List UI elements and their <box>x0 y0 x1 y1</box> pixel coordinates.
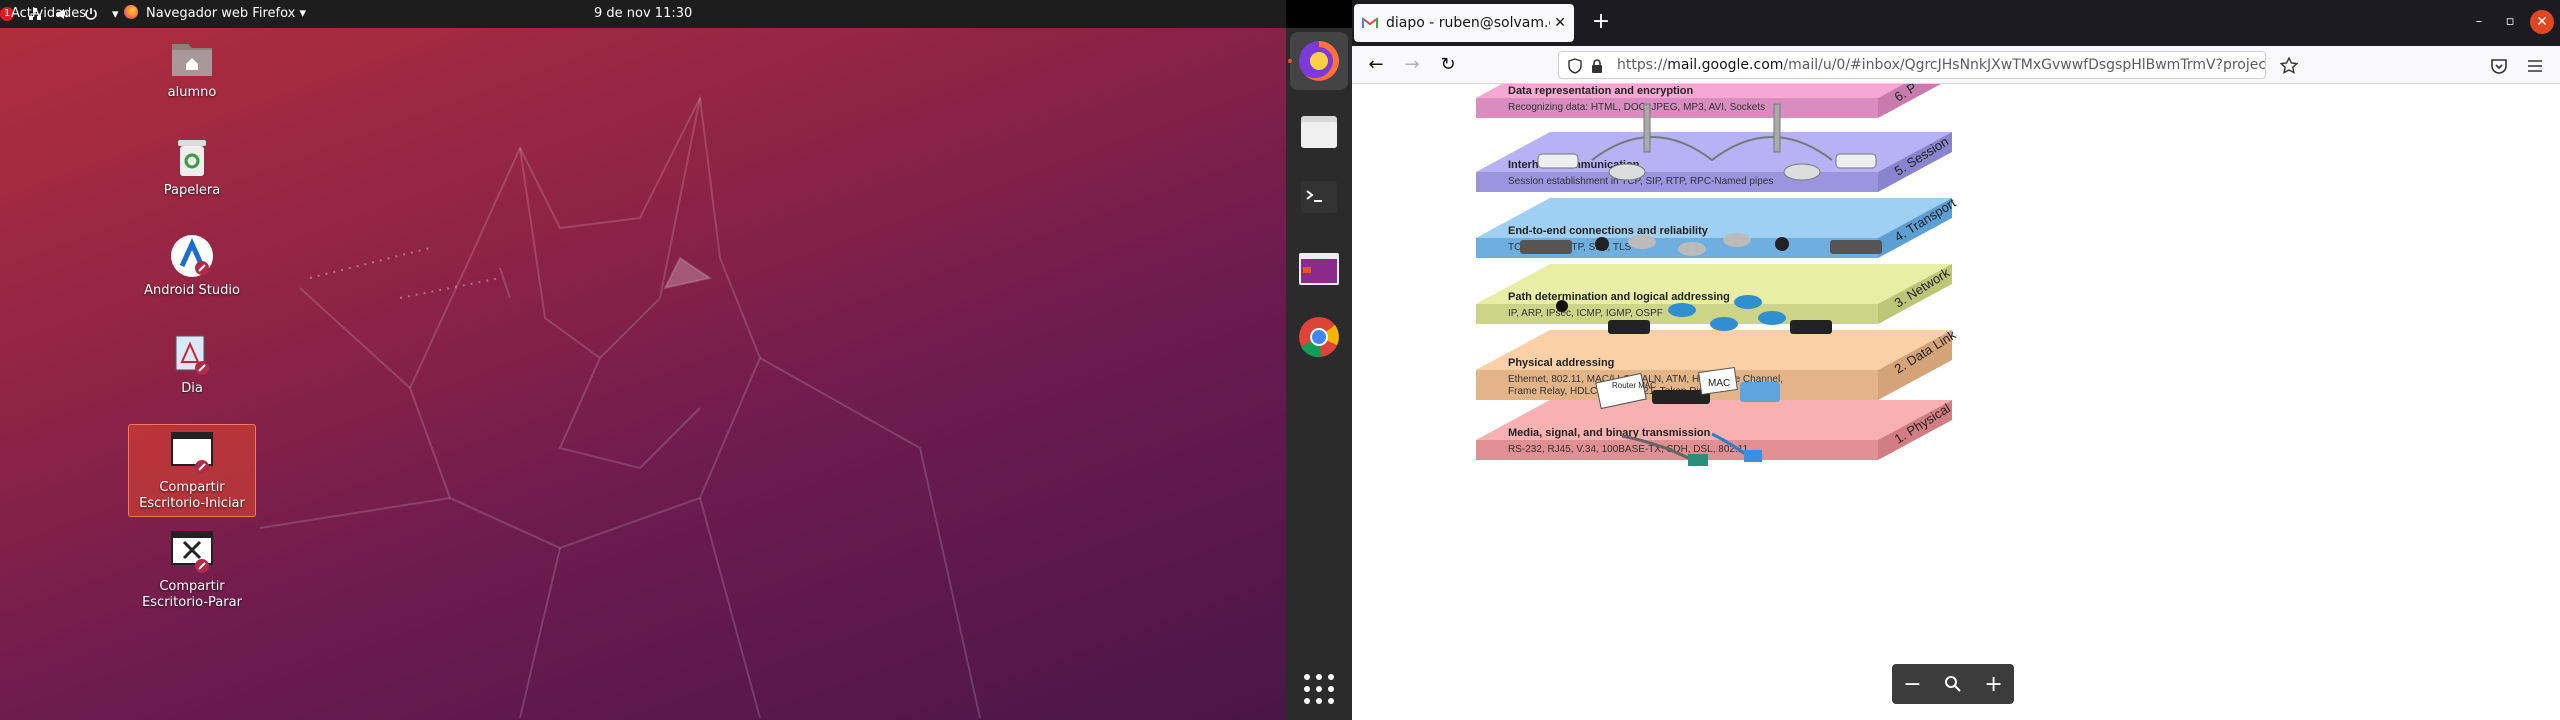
minimize-button[interactable]: – <box>2467 10 2491 34</box>
osi-layer-protocols: Recognizing data: HTML, DOC, JPEG, MP3, … <box>1508 102 1765 113</box>
osi-layer-heading: Path determination and logical addressin… <box>1508 291 1730 303</box>
back-button[interactable]: ← <box>1362 52 1390 78</box>
router-mac-tag: Router MAC <box>1612 381 1656 390</box>
url-domain: mail.google.com <box>1667 57 1784 73</box>
top-bar: Actividades Navegador web Firefox ▾ 9 de… <box>0 0 1286 28</box>
show-apps-icon <box>1304 674 1334 704</box>
pocket-icon[interactable] <box>2490 57 2508 75</box>
zoom-out-button[interactable]: − <box>1903 672 1921 697</box>
new-tab-button[interactable]: + <box>1586 8 1616 38</box>
osi-layer-protocols: IP, ARP, IPsec, ICMP, IGMP, OSPF <box>1508 308 1663 319</box>
terminal-icon <box>1301 181 1337 213</box>
close-tab-icon[interactable]: ✕ <box>1554 15 1566 31</box>
app-menu-label: Navegador web Firefox <box>146 6 296 21</box>
osi-layer-heading: Media, signal, and binary transmission <box>1508 427 1711 439</box>
chrome-icon <box>1299 317 1339 358</box>
share-desktop-stop-icon <box>171 531 213 573</box>
firefox-icon <box>1299 41 1339 81</box>
dock <box>1286 28 1352 720</box>
desktop-icon-compartir-parar[interactable]: Compartir Escritorio-Parar <box>128 528 256 611</box>
desktop-icon-label: Android Studio <box>144 283 240 298</box>
document-viewer[interactable]: Data representation and encryption Recogn… <box>1352 84 2560 720</box>
reload-button[interactable]: ↻ <box>1434 52 1462 78</box>
osi-layer-protocols: RS-232, RJ45, V.34, 100BASE-TX, SDH, DSL… <box>1508 444 1749 455</box>
zoom-reset-icon[interactable] <box>1944 675 1962 693</box>
url-prefix: https:// <box>1617 57 1668 73</box>
share-desktop-start-icon <box>171 432 213 474</box>
tab-diapo[interactable]: diapo - ruben@solvam.es ✕ <box>1354 4 1574 42</box>
osi-layer-heading: Data representation and encryption <box>1508 85 1693 97</box>
app-menu[interactable]: Navegador web Firefox ▾ <box>124 0 306 28</box>
clock[interactable]: 9 de nov 11:30 <box>594 0 692 28</box>
tab-title: diapo - ruben@solvam.es <box>1386 15 1551 31</box>
desktop-icon-label: alumno <box>167 85 217 100</box>
power-icon <box>85 8 97 20</box>
dock-files[interactable] <box>1290 102 1348 160</box>
hamburger-menu-icon[interactable] <box>2526 57 2544 75</box>
osi-layer: Media, signal, and binary transmission RS… <box>1476 400 1953 460</box>
firefox-window: diapo - ruben@solvam.es ✕ + – ▫ ✕ ← → ↻ … <box>1352 0 2560 720</box>
files-icon <box>1301 116 1337 148</box>
dock-screenshot[interactable] <box>1290 240 1348 298</box>
desktop-icon-android-studio[interactable]: Android Studio <box>128 232 256 299</box>
shield-icon <box>1568 58 1582 74</box>
screenshot-app-icon <box>1299 253 1339 285</box>
activities-button[interactable]: Actividades <box>11 0 86 28</box>
close-window-button[interactable]: ✕ <box>2530 10 2554 34</box>
desktop[interactable]: alumno Papelera Android Studio Dia Compa… <box>0 28 1286 720</box>
desktop-icon-label: Dia <box>181 381 203 396</box>
firefox-icon <box>124 5 138 19</box>
desktop-icon-dia[interactable]: Dia <box>128 330 256 397</box>
desktop-icon-label: Compartir Escritorio-Parar <box>142 579 242 610</box>
maximize-button[interactable]: ▫ <box>2498 10 2522 34</box>
desktop-icon-alumno[interactable]: alumno <box>128 34 256 101</box>
android-studio-icon <box>171 235 213 277</box>
osi-model-slide: Data representation and encryption Recogn… <box>1476 84 1959 466</box>
gmail-icon <box>1362 17 1378 28</box>
running-indicator <box>1288 59 1292 63</box>
lock-icon <box>1592 59 1602 73</box>
chevron-down-icon: ▾ <box>112 6 119 22</box>
dock-firefox[interactable] <box>1290 32 1348 90</box>
tab-bar: diapo - ruben@solvam.es ✕ + – ▫ ✕ <box>1352 0 2560 46</box>
bookmark-star-icon[interactable] <box>2280 57 2298 75</box>
dia-icon <box>175 335 209 375</box>
zoom-controls: − + <box>1892 664 2014 704</box>
desktop-icon-compartir-iniciar[interactable]: Compartir Escritorio-Iniciar <box>128 424 256 517</box>
dock-terminal[interactable] <box>1290 168 1348 226</box>
osi-layer: Path determination and logical addressin… <box>1476 264 1953 324</box>
zoom-in-button[interactable]: + <box>1984 672 2002 697</box>
home-folder-icon <box>172 44 212 76</box>
dock-chrome[interactable] <box>1290 308 1348 366</box>
desktop-icon-papelera[interactable]: Papelera <box>128 132 256 199</box>
dock-show-apps[interactable] <box>1290 660 1348 718</box>
desktop-icon-label: Papelera <box>163 183 221 198</box>
chevron-down-icon: ▾ <box>299 6 306 21</box>
osi-layer: Data representation and encryption Recogn… <box>1476 84 1941 118</box>
osi-layer-heading: End-to-end connections and reliability <box>1508 225 1709 237</box>
trash-icon <box>178 140 206 176</box>
desktop-icon-label: Compartir Escritorio-Iniciar <box>139 480 245 511</box>
url-bar[interactable]: https://mail.google.com/mail/u/0/#inbox/… <box>1558 51 2266 79</box>
osi-layer-heading: Physical addressing <box>1508 357 1614 369</box>
navigation-bar: ← → ↻ https://mail.google.com/mail/u/0/#… <box>1352 46 2560 84</box>
mac-tag: MAC <box>1708 378 1730 389</box>
url-path: /mail/u/0/#inbox/QgrcJHsNnkJXwTMxGvwwfDs… <box>1783 57 2266 73</box>
forward-button[interactable]: → <box>1398 52 1426 78</box>
